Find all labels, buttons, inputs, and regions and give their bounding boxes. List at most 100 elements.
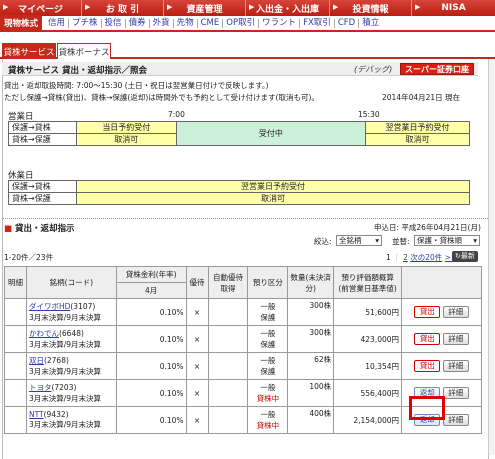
subnav-tsumitate[interactable]: 積立 xyxy=(359,18,382,28)
arrow-right-icon: ▶ xyxy=(415,3,421,11)
detail-cell xyxy=(4,379,27,407)
deposit-cell: 一般 保護 xyxy=(247,298,289,326)
auto-priority-cell xyxy=(207,325,249,353)
nav-assets[interactable]: ▶ 資産管理 xyxy=(164,0,246,16)
settle-text: 3月末決算/9月末決算 xyxy=(28,394,102,403)
stock-link[interactable]: ダイワボHD xyxy=(29,302,70,311)
tab-row: 貸株サービス 貸株ボーナス xyxy=(0,43,495,59)
subnav-petit[interactable]: プチ株 xyxy=(69,18,102,28)
subnav-margin[interactable]: 信用 xyxy=(45,18,70,28)
settle-text: 3月末決算/9月末決算 xyxy=(28,313,102,322)
col-detail: 明細 xyxy=(4,266,27,299)
arrow-right-icon: ▶ xyxy=(85,3,91,11)
nav-deposit[interactable]: ▶ 入出金・入出庫 xyxy=(246,0,330,16)
lend-button[interactable]: 貸出 xyxy=(414,360,441,372)
sched-next-accept: 翌営業日予約受付 xyxy=(365,121,470,134)
tab-lending-service[interactable]: 貸株サービス xyxy=(2,43,56,59)
settle-text: 3月末決算/9月末決算 xyxy=(28,420,102,429)
sched-prev-cancel: 取消可 xyxy=(75,133,177,146)
stock-link[interactable]: トヨタ xyxy=(29,383,52,392)
qty-cell: 300株 xyxy=(287,325,335,353)
filter-select[interactable]: 全銘柄 ▾ xyxy=(336,235,382,246)
table-row: ダイワボHD(3107) 3月末決算/9月末決算 0.10% × 一般 保護 300株 51,… xyxy=(4,298,482,326)
nav-mypage[interactable]: ▶ マイページ xyxy=(0,0,82,16)
detail-button[interactable]: 詳細 xyxy=(442,333,469,345)
sort-label: 並替: xyxy=(392,237,410,246)
col-rate: 貸株金利(年率) xyxy=(115,266,187,283)
subnav-option[interactable]: OP取引 xyxy=(223,18,260,28)
detail-cell xyxy=(4,298,27,326)
arrow-right-icon: ▶ xyxy=(167,3,173,11)
stock-cell: NTT(9432) 3月末決算/9月末決算 xyxy=(25,406,117,434)
lend-button[interactable]: 貸出 xyxy=(414,306,441,318)
stock-link[interactable]: 双日 xyxy=(29,356,44,365)
sched-prev-accept: 当日予約受付 xyxy=(75,121,177,134)
stock-link[interactable]: NTT xyxy=(29,410,44,419)
table-row: かわでん(6648) 3月末決算/9月末決算 0.10% × 一般 保護 300株 423,0… xyxy=(4,325,482,353)
auto-priority-cell xyxy=(207,406,249,434)
pager: 1 ｜ 2 次の20件 >> xyxy=(386,253,458,262)
bullet-icon: ■ xyxy=(4,224,13,234)
holiday-cancel: 取消可 xyxy=(76,192,470,205)
settle-text: 3月末決算/9月末決算 xyxy=(28,367,102,376)
time-end: 15:30 xyxy=(358,110,380,119)
nav-nisa[interactable]: ▶ NISA xyxy=(412,0,495,16)
scrollbar[interactable] xyxy=(488,59,495,455)
deposit-cell: 一般 貸株中 xyxy=(247,379,289,407)
stock-cell: トヨタ(7203) 3月末決算/9月末決算 xyxy=(25,379,117,407)
subnav-cfd[interactable]: CFD xyxy=(335,18,360,28)
qty-cell: 300株 xyxy=(287,298,335,326)
valuation-cell: 51,600円 xyxy=(333,298,403,326)
refresh-button[interactable]: ↻最新 xyxy=(452,251,478,262)
lend-button[interactable]: 貸出 xyxy=(414,333,441,345)
subnav-fx[interactable]: FX取引 xyxy=(300,18,335,28)
nav-info[interactable]: ▶ 投資情報 xyxy=(330,0,412,16)
stock-code: (7203) xyxy=(51,383,77,392)
priority-cell: × xyxy=(185,352,209,380)
title-bar: 貸株サービス 貸出・返却指示／照会 (デバッグ) スーパー証券口座 xyxy=(2,62,478,76)
col-qty: 数量(未決済分) xyxy=(287,266,335,299)
page-title: 貸株サービス 貸出・返却指示／照会 xyxy=(8,66,147,76)
after-hours-note: ただし保護→貸株(貸出)、貸株→保護(返却)は時間外でも予約として受け付けます(… xyxy=(4,93,319,102)
next-page-link[interactable]: 次の20件 xyxy=(410,253,442,262)
arrow-right-icon: ▶ xyxy=(3,3,9,11)
detail-button[interactable]: 詳細 xyxy=(442,387,469,399)
time-start: 7:00 xyxy=(168,110,185,119)
tab-lending-bonus[interactable]: 貸株ボーナス xyxy=(57,43,111,59)
detail-cell xyxy=(4,325,27,353)
sort-select[interactable]: 保護・貸株順 ▾ xyxy=(414,235,480,246)
subnav-futures[interactable]: 先物 xyxy=(174,18,198,28)
business-day-schedule: 保護→貸株 当日予約受付 受付中 翌営業日予約受付 貸株→保護 取消可 取消可 xyxy=(8,121,470,146)
detail-button[interactable]: 詳細 xyxy=(442,414,469,426)
subnav-warrant[interactable]: ワラント xyxy=(259,18,301,28)
col-actions xyxy=(401,266,482,299)
rate-cell: 0.10% xyxy=(115,298,187,326)
detail-button[interactable]: 詳細 xyxy=(442,306,469,318)
sched-row-label: 保護→貸株 xyxy=(8,121,77,134)
filter-label: 絞込: xyxy=(314,237,332,246)
col-priority: 優待 xyxy=(185,266,209,299)
result-count: 1-20件／23件 xyxy=(4,253,54,262)
stock-code: (9432) xyxy=(43,410,69,419)
stock-code: (6648) xyxy=(58,329,84,338)
subnav-bond[interactable]: 債券 xyxy=(126,18,150,28)
stock-code: (2768) xyxy=(43,356,69,365)
actions-cell: 貸出 詳細 xyxy=(401,298,482,326)
subnav-foreign[interactable]: 外貨 xyxy=(150,18,174,28)
nav-trade[interactable]: ▶ お 取 引 xyxy=(82,0,164,16)
subnav-fund[interactable]: 投信 xyxy=(102,18,126,28)
table-row: 双日(2768) 3月末決算/9月末決算 0.10% × 一般 保護 62株 10,354円貸… xyxy=(4,352,482,380)
auto-priority-cell xyxy=(207,298,249,326)
qty-cell: 100株 xyxy=(287,379,335,407)
stock-link[interactable]: かわでん xyxy=(29,329,59,338)
detail-button[interactable]: 詳細 xyxy=(442,360,469,372)
page-2-link[interactable]: 2 xyxy=(403,253,408,262)
debug-link[interactable]: (デバッグ) xyxy=(354,64,392,75)
super-account-button[interactable]: スーパー証券口座 xyxy=(400,63,474,75)
subnav-cme[interactable]: CME xyxy=(198,18,224,28)
valuation-cell: 556,400円 xyxy=(333,379,403,407)
subnav-stock[interactable]: 現物株式 xyxy=(0,15,43,31)
holiday-schedule: 保護→貸株 翌営業日予約受付 貸株→保護 取消可 xyxy=(8,180,470,205)
sched-next-cancel: 取消可 xyxy=(365,133,470,146)
stock-cell: かわでん(6648) 3月末決算/9月末決算 xyxy=(25,325,117,353)
